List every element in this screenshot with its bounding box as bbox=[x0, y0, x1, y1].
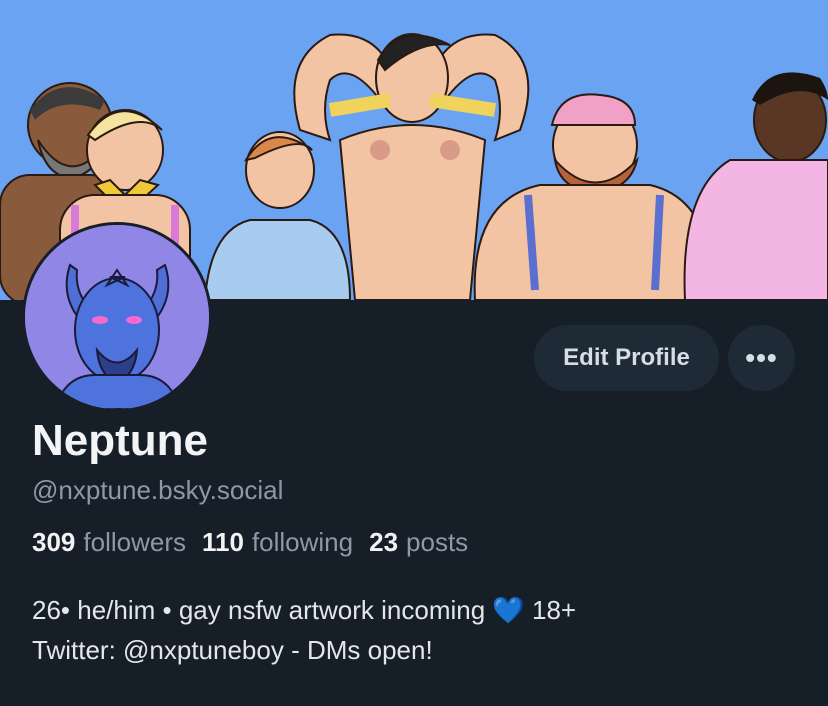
followers-count: 309 bbox=[32, 527, 76, 557]
posts-stat: 23 posts bbox=[369, 527, 468, 558]
posts-label: posts bbox=[406, 527, 469, 557]
profile-bio: 26• he/him • gay nsfw artwork incoming 💙… bbox=[32, 590, 812, 670]
following-label: following bbox=[251, 527, 354, 557]
blue-heart-emoji: 💙 bbox=[492, 595, 525, 625]
following-count: 110 bbox=[201, 527, 244, 557]
profile-handle: @nxptune.bsky.social bbox=[32, 475, 284, 505]
following-stat[interactable]: 110 following bbox=[202, 527, 353, 558]
ellipsis-icon: ••• bbox=[745, 342, 778, 373]
followers-label: followers bbox=[83, 527, 186, 557]
more-options-button[interactable]: ••• bbox=[728, 325, 795, 391]
display-name: Neptune bbox=[32, 416, 208, 465]
edit-profile-label: Edit Profile bbox=[563, 344, 690, 371]
bio-line-1-tail: 18+ bbox=[524, 595, 577, 625]
followers-stat[interactable]: 309 followers bbox=[32, 527, 186, 558]
demon-avatar-image bbox=[25, 225, 209, 409]
edit-profile-button[interactable]: Edit Profile bbox=[534, 325, 719, 391]
profile-avatar[interactable] bbox=[22, 222, 212, 412]
bio-line-1: 26• he/him • gay nsfw artwork incoming 💙… bbox=[32, 590, 812, 630]
bio-line-1-text: 26• he/him • gay nsfw artwork incoming bbox=[32, 595, 493, 625]
posts-count: 23 bbox=[369, 527, 399, 557]
bio-line-2: Twitter: @nxptuneboy - DMs open! bbox=[32, 635, 433, 665]
profile-stats: 309 followers 110 following 23 posts bbox=[32, 527, 468, 558]
